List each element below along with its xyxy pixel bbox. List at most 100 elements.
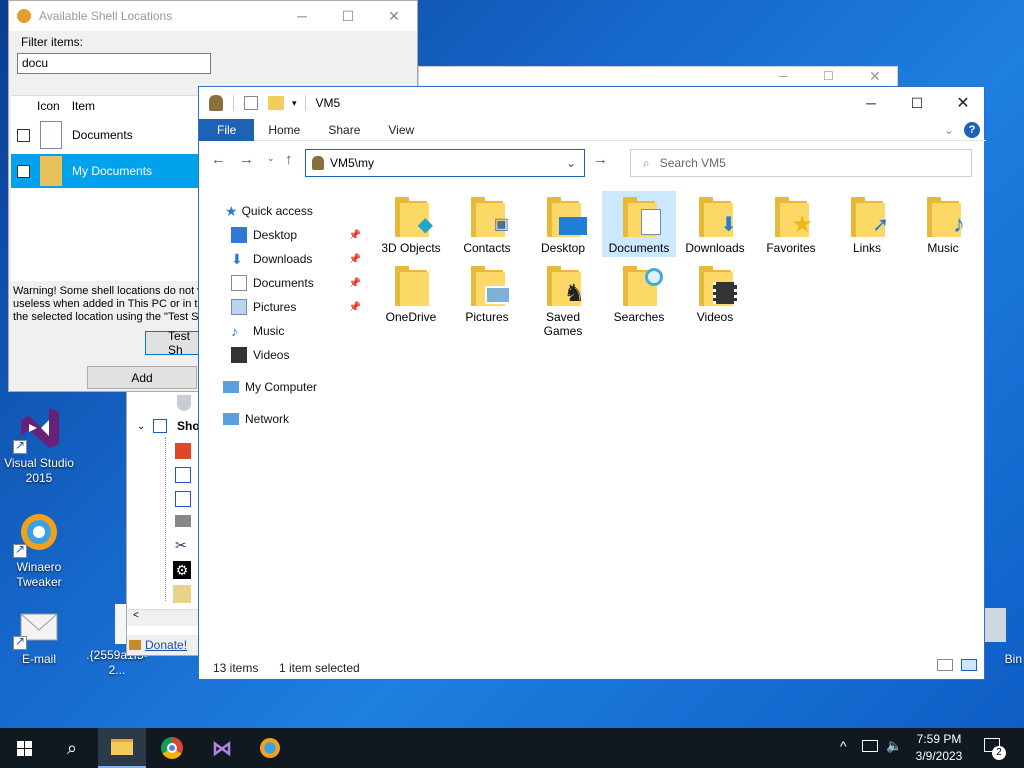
donate-row: Donate!: [127, 635, 207, 655]
address-text: VM5\my: [330, 156, 375, 170]
folder-searches[interactable]: Searches: [602, 260, 676, 326]
item-checkbox[interactable]: [17, 128, 30, 142]
pin-icon[interactable]: 📌: [349, 278, 361, 289]
close-icon[interactable]: ✕: [940, 88, 986, 118]
go-icon[interactable]: →: [593, 151, 608, 168]
star-icon: ★: [791, 211, 813, 238]
documents-icon: [173, 585, 191, 603]
minimize-icon[interactable]: ─: [848, 88, 894, 118]
show-hidden-icons-icon[interactable]: ^: [840, 738, 847, 754]
nav-videos[interactable]: Videos: [231, 344, 289, 366]
tab-share[interactable]: Share: [314, 119, 374, 141]
notification-center-button[interactable]: 2: [982, 736, 1006, 760]
up-icon[interactable]: ↑: [285, 151, 293, 168]
forward-icon[interactable]: →: [239, 151, 254, 168]
recent-locations-icon[interactable]: ⌄: [267, 153, 275, 164]
qat-dropdown-icon[interactable]: ▾: [292, 98, 297, 109]
desktop-icon-email[interactable]: E-mail: [2, 600, 76, 667]
taskbar-chrome[interactable]: [148, 728, 196, 768]
folder-contacts[interactable]: ▣ Contacts: [450, 191, 524, 257]
folder-saved-games[interactable]: ♞ Saved Games: [526, 260, 600, 340]
test-shell-button[interactable]: Test Sh: [145, 329, 205, 357]
folder-favorites[interactable]: ★ Favorites: [754, 191, 828, 257]
folder-downloads[interactable]: ⬇ Downloads: [678, 191, 752, 257]
folder-links[interactable]: ➚ Links: [830, 191, 904, 257]
folder-pictures[interactable]: Pictures: [450, 260, 524, 326]
filter-input[interactable]: docu: [17, 53, 211, 74]
filter-label: Filter items:: [21, 35, 84, 49]
folder-desktop[interactable]: Desktop: [526, 191, 600, 257]
tree-node-label[interactable]: Sho: [177, 419, 200, 433]
folder-documents-selected[interactable]: Documents: [602, 191, 676, 257]
taskbar-visual-studio[interactable]: ⋈: [198, 728, 246, 768]
minimize-icon[interactable]: ─: [279, 1, 325, 31]
large-icons-view-icon[interactable]: [961, 659, 977, 671]
address-bar[interactable]: VM5\my ⌄: [305, 149, 585, 177]
pin-icon[interactable]: 📌: [349, 230, 361, 241]
maximize-icon[interactable]: ☐: [325, 1, 371, 31]
network-tray-icon[interactable]: [862, 740, 878, 752]
nav-pictures[interactable]: Pictures 📌: [231, 296, 361, 318]
tab-file[interactable]: File: [199, 118, 255, 141]
minimize-icon[interactable]: ─: [779, 69, 788, 83]
pin-icon[interactable]: 📌: [349, 302, 361, 313]
list-item[interactable]: Documents: [11, 118, 201, 152]
new-folder-icon[interactable]: [268, 96, 284, 110]
horizontal-scrollbar[interactable]: <: [127, 609, 207, 626]
shortcut-arrow-icon: [175, 467, 191, 483]
taskbar-winaero[interactable]: [246, 728, 294, 768]
item-checkbox[interactable]: [17, 164, 30, 178]
visual-studio-icon: ⋈: [212, 737, 232, 760]
expand-ribbon-icon[interactable]: ⌄: [944, 123, 954, 137]
help-icon[interactable]: ?: [964, 121, 980, 138]
nav-documents[interactable]: Documents 📌: [231, 272, 361, 294]
pin-icon[interactable]: 📌: [349, 254, 361, 265]
clock[interactable]: 7:59 PM 3/9/2023: [904, 731, 974, 765]
taskbar-file-explorer[interactable]: [98, 728, 146, 768]
address-dropdown-icon[interactable]: ⌄: [566, 156, 576, 170]
back-icon[interactable]: ←: [211, 151, 226, 168]
nav-music[interactable]: ♪ Music: [231, 320, 284, 342]
nav-quick-access[interactable]: ★ Quick access: [225, 200, 313, 222]
maximize-icon[interactable]: ☐: [823, 69, 834, 83]
nav-network[interactable]: Network: [223, 408, 289, 430]
donate-link[interactable]: Donate!: [145, 638, 187, 652]
folder-videos[interactable]: Videos: [678, 260, 752, 326]
visual-studio-icon: [13, 404, 63, 454]
download-arrow-icon: ⬇: [231, 251, 243, 267]
add-button[interactable]: Add: [87, 366, 197, 389]
close-icon[interactable]: ✕: [371, 1, 417, 31]
nav-desktop[interactable]: Desktop 📌: [231, 224, 361, 246]
close-icon[interactable]: ✕: [869, 68, 881, 85]
folder-music[interactable]: ♪ Music: [906, 191, 980, 257]
nav-downloads[interactable]: ⬇ Downloads 📌: [231, 248, 361, 270]
nav-my-computer[interactable]: My Computer: [223, 376, 317, 398]
column-header-icon[interactable]: Icon: [37, 99, 60, 113]
search-placeholder: Search VM5: [659, 156, 726, 170]
desktop-icon-winaero-tweaker[interactable]: Winaero Tweaker: [2, 508, 76, 590]
list-item-selected[interactable]: My Documents: [11, 154, 201, 188]
music-note-icon: ♪: [231, 323, 238, 339]
desktop-icon-visual-studio[interactable]: Visual Studio 2015: [2, 404, 76, 486]
user-folder-icon[interactable]: [209, 95, 223, 111]
desktop-icon-label: Winaero Tweaker: [16, 560, 62, 589]
scissors-icon: ✂: [175, 537, 187, 553]
details-view-icon[interactable]: [937, 659, 953, 671]
folder-onedrive[interactable]: OneDrive: [374, 260, 448, 326]
tweaker-window-fragment: ⌄ Sho ✂ ⚙ < Donate!: [126, 380, 208, 656]
start-button[interactable]: [0, 728, 48, 768]
folder-3d-objects[interactable]: ◆ 3D Objects: [374, 191, 448, 257]
search-box[interactable]: ⌕ Search VM5: [630, 149, 972, 177]
folder-icon: [621, 266, 663, 306]
tab-view[interactable]: View: [374, 119, 428, 141]
tab-home[interactable]: Home: [254, 119, 314, 141]
window-title: Available Shell Locations: [39, 9, 173, 23]
ribbon-tabs: File Home Share View ⌄ ?: [199, 118, 986, 141]
maximize-icon[interactable]: ☐: [894, 88, 940, 118]
tree-collapse-icon[interactable]: ⌄: [137, 421, 145, 432]
properties-icon[interactable]: [244, 96, 258, 110]
volume-icon[interactable]: 🔈: [886, 738, 902, 754]
search-button[interactable]: ⌕: [48, 728, 96, 768]
winaero-icon: [13, 508, 63, 558]
column-header-item[interactable]: Item: [72, 99, 95, 113]
